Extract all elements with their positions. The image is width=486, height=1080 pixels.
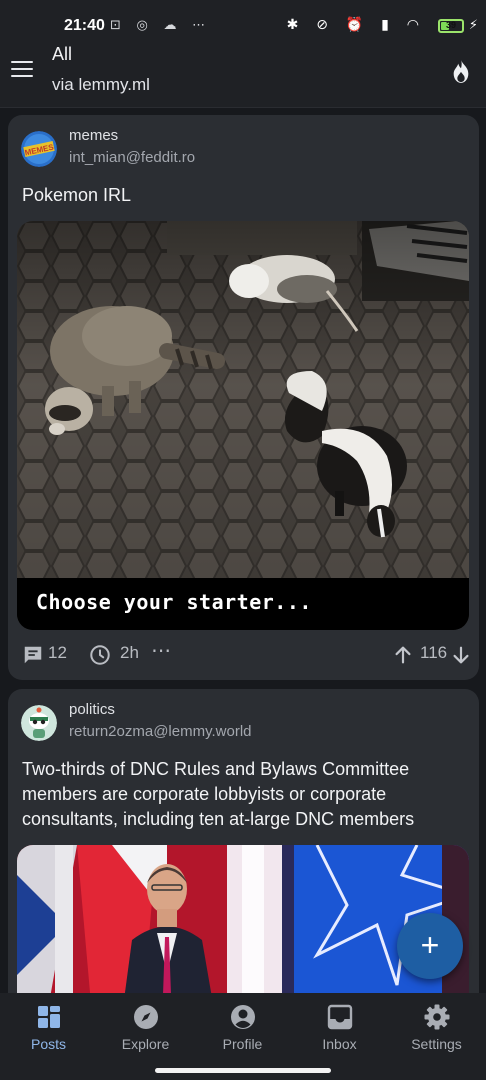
- nav-inbox[interactable]: Inbox: [291, 993, 388, 1063]
- nav-label: Explore: [121, 1036, 170, 1052]
- status-system-icons: ✱ ⊘ ⏰ ▮ ◠: [286, 16, 426, 32]
- inbox-icon: [327, 1004, 353, 1030]
- post-actions: 12 2h ⋯ 116: [22, 638, 469, 670]
- community-avatar[interactable]: MEMES: [21, 131, 57, 167]
- post-title[interactable]: Pokemon IRL: [22, 183, 468, 208]
- downvote-icon[interactable]: [450, 644, 472, 666]
- community-name[interactable]: memes: [69, 127, 118, 144]
- post-author[interactable]: int_mian@feddit.ro: [69, 149, 195, 166]
- battery-text: 39: [445, 20, 456, 30]
- profile-icon: [231, 1005, 255, 1029]
- image-caption: Choose your starter...: [36, 590, 312, 614]
- nav-label: Settings: [411, 1036, 462, 1052]
- charging-icon: ⚡: [468, 17, 478, 32]
- upvote-icon[interactable]: [392, 644, 414, 666]
- nav-label: Posts: [30, 1036, 66, 1052]
- comment-icon[interactable]: [22, 644, 44, 666]
- post-age: 2h: [120, 643, 139, 662]
- score: 116: [420, 643, 448, 662]
- create-post-button[interactable]: +: [397, 913, 463, 979]
- animals-photo: [17, 221, 469, 630]
- fire-icon[interactable]: [450, 58, 472, 84]
- nav-label: Inbox: [322, 1036, 357, 1052]
- menu-icon[interactable]: [11, 61, 33, 79]
- home-indicator[interactable]: [155, 1068, 331, 1073]
- feed-title[interactable]: All: [52, 44, 72, 65]
- plus-icon: +: [420, 927, 440, 963]
- post-card[interactable]: MEMES memes int_mian@feddit.ro Pokemon I…: [8, 115, 479, 680]
- status-time: 21:40: [64, 17, 105, 34]
- clock-icon: [90, 645, 110, 665]
- bottom-navigation: Posts Explore Profile Inbox Settings: [0, 993, 486, 1080]
- community-avatar[interactable]: [21, 705, 57, 741]
- community-name[interactable]: politics: [69, 701, 115, 718]
- app-bar: All via lemmy.ml: [0, 44, 486, 108]
- battery-icon: 39: [438, 19, 464, 33]
- settings-icon: [424, 1004, 450, 1030]
- post-author[interactable]: return2ozma@lemmy.world: [69, 723, 252, 740]
- comment-count[interactable]: 12: [48, 643, 67, 663]
- post-image[interactable]: Choose your starter...: [17, 221, 469, 630]
- nav-explore[interactable]: Explore: [97, 993, 194, 1063]
- nav-label: Profile: [222, 1036, 263, 1052]
- nav-posts[interactable]: Posts: [0, 993, 97, 1063]
- nav-profile[interactable]: Profile: [194, 993, 291, 1063]
- posts-icon: [38, 1006, 60, 1028]
- status-bar: 21:40 ⊡ ◎ ☁ ⋯ ✱ ⊘ ⏰ ▮ ◠ 39 ⚡: [0, 0, 486, 44]
- nav-settings[interactable]: Settings: [388, 993, 485, 1063]
- status-notification-icons: ⊡ ◎ ☁ ⋯: [110, 17, 212, 32]
- feed-instance: via lemmy.ml: [52, 75, 150, 94]
- more-icon[interactable]: ⋯: [151, 638, 171, 663]
- caption-bar: Choose your starter...: [17, 578, 469, 630]
- post-title[interactable]: Two-thirds of DNC Rules and Bylaws Commi…: [22, 757, 468, 832]
- compass-icon: [134, 1005, 158, 1029]
